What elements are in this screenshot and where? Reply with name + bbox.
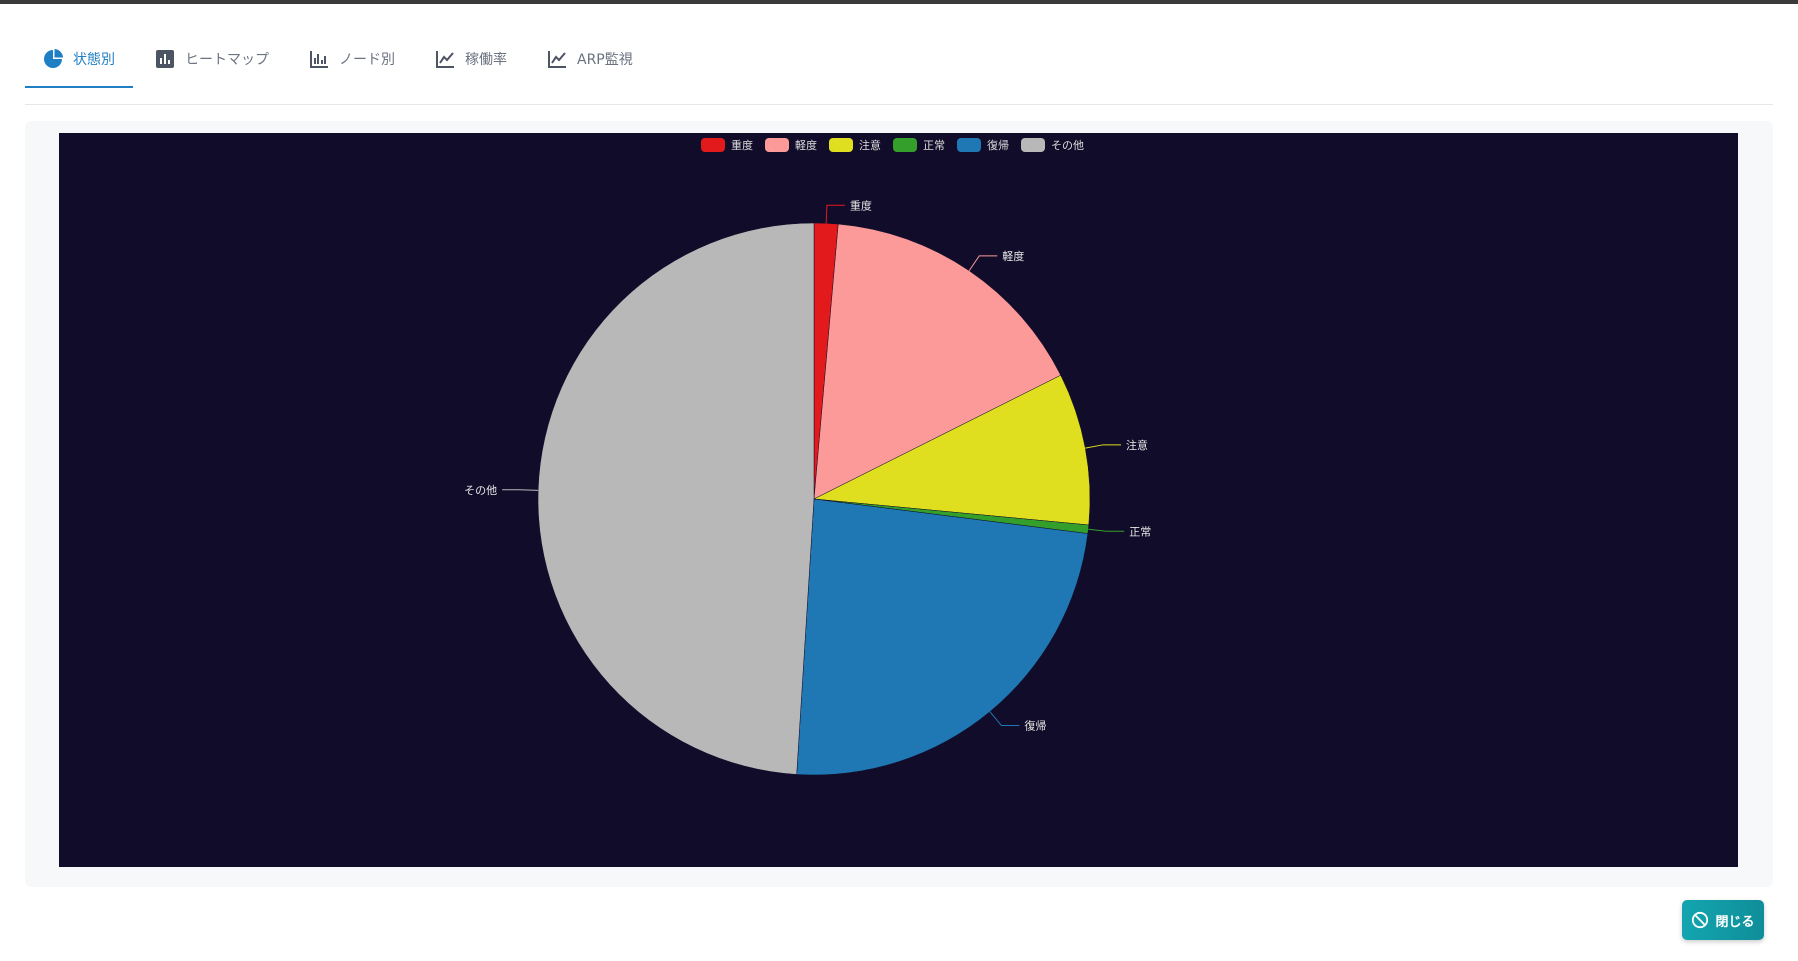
tab-status[interactable]: 状態別 [25, 32, 133, 88]
leader-line [825, 204, 845, 224]
leader-line [1088, 528, 1125, 532]
tab-bar: 状態別 ヒートマップ ノード別 稼働率 ARP監視 [25, 32, 1773, 105]
legend-label: 注意 [859, 138, 881, 152]
legend-swatch [1021, 138, 1045, 152]
tab-arp[interactable]: ARP監視 [529, 32, 651, 86]
legend-label: 軽度 [795, 138, 817, 152]
leader-line [968, 255, 998, 272]
legend-swatch [957, 138, 981, 152]
bar-chart-icon [155, 49, 175, 69]
pie-slice [796, 498, 1089, 776]
tab-uptime[interactable]: 稼働率 [417, 32, 525, 86]
close-button-label: 閉じる [1715, 914, 1755, 930]
pie-chart: 重度 軽度 注意 正常 復帰 その他 重度 軽度 注意 正常 復帰 その他 [59, 133, 1738, 867]
tab-label: ARP監視 [577, 52, 633, 68]
slice-label: 正常 [1129, 525, 1151, 538]
legend-label: その他 [1051, 139, 1084, 152]
slice-label: 重度 [850, 198, 872, 212]
legend-label: 重度 [731, 138, 753, 152]
tab-label: 状態別 [73, 52, 115, 68]
tab-heatmap[interactable]: ヒートマップ [137, 32, 287, 86]
slice-label: その他 [464, 484, 497, 497]
line-chart-icon [547, 49, 567, 69]
slice-label: 復帰 [1024, 720, 1046, 733]
legend-swatch [765, 138, 789, 152]
tab-label: 稼働率 [465, 52, 507, 68]
leader-line [1085, 444, 1121, 449]
legend-swatch [829, 138, 853, 152]
legend-label: 正常 [923, 139, 945, 152]
pie-chart-svg: 重度 軽度 注意 正常 復帰 その他重度軽度注意正常復帰その他 [464, 138, 1151, 776]
close-button[interactable]: 閉じる [1682, 900, 1764, 940]
grouped-bar-icon [309, 49, 329, 69]
tab-label: ヒートマップ [185, 52, 269, 68]
line-chart-icon [435, 49, 455, 69]
pie-chart-icon [43, 49, 63, 69]
legend-swatch [893, 138, 917, 152]
no-entry-icon [1692, 911, 1709, 929]
pie-slice [537, 222, 815, 775]
legend-label: 復帰 [987, 139, 1009, 152]
legend-swatch [701, 138, 725, 152]
leader-line [502, 489, 539, 491]
leader-line [989, 711, 1020, 727]
slice-label: 軽度 [1002, 249, 1024, 263]
tab-label: ノード別 [339, 52, 395, 68]
slice-label: 注意 [1126, 438, 1148, 452]
tab-node[interactable]: ノード別 [291, 32, 413, 86]
